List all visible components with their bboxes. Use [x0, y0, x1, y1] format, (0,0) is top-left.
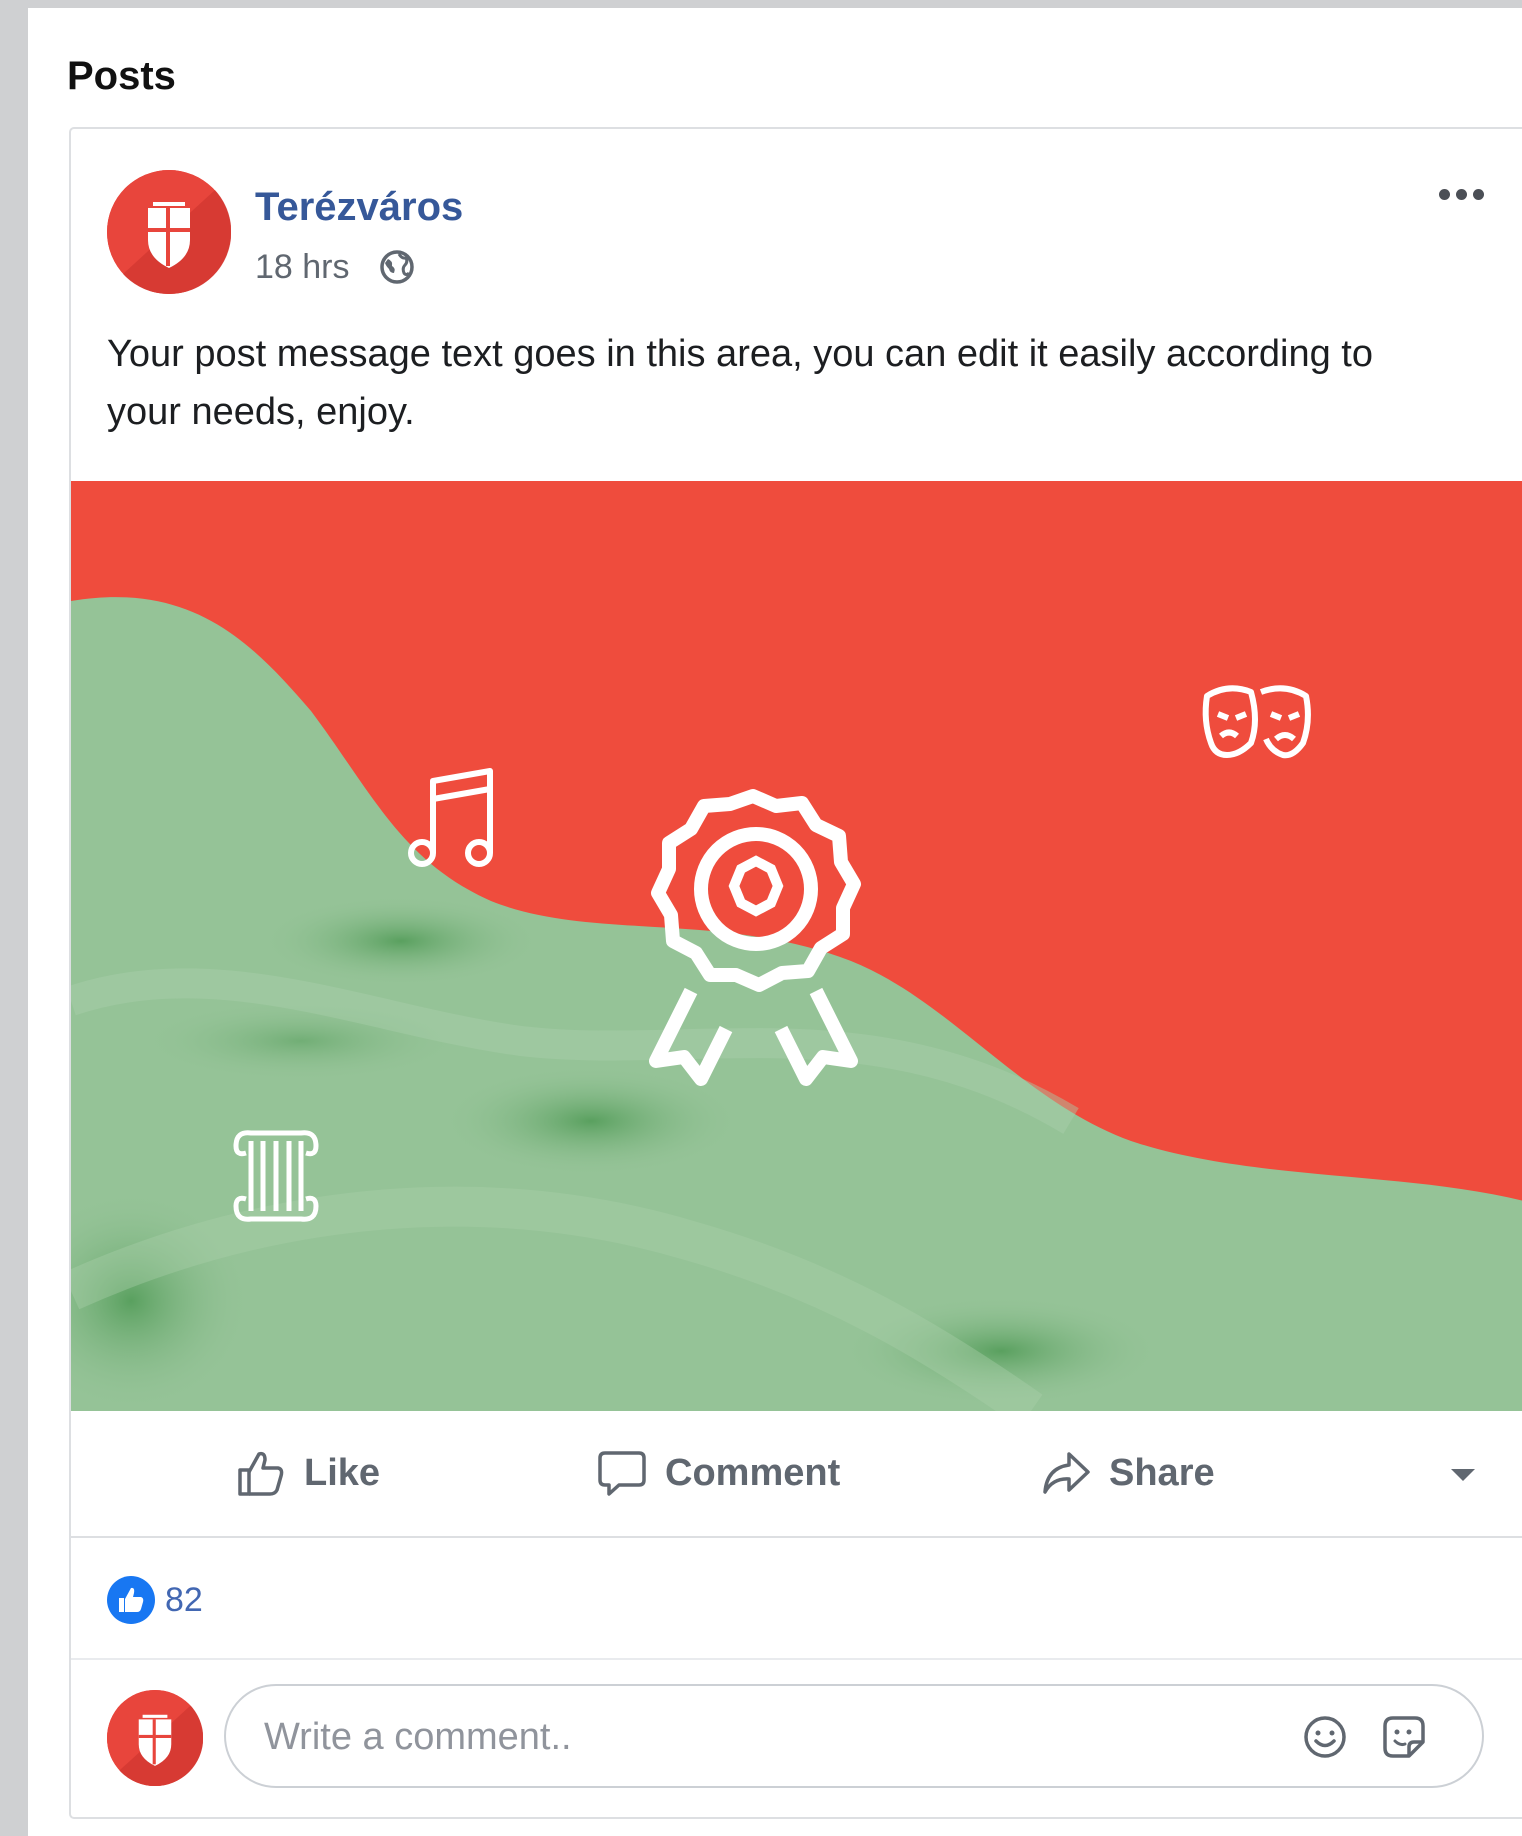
- shield-logo-icon: [107, 1690, 203, 1786]
- more-dot: [1438, 188, 1450, 200]
- share-button[interactable]: Share: [1041, 1441, 1215, 1505]
- emoji-icon[interactable]: [1302, 1714, 1348, 1760]
- like-reaction-icon: [107, 1576, 155, 1624]
- post-card: Terézváros 18 hrs Your post message text…: [69, 127, 1522, 1819]
- comment-box: [224, 1684, 1484, 1788]
- more-dot: [1472, 188, 1484, 200]
- comment-label: Comment: [665, 1451, 841, 1494]
- post-message: Your post message text goes in this area…: [107, 333, 1373, 433]
- comment-button[interactable]: Comment: [597, 1441, 840, 1505]
- post-actions-bar: Like Comment Share: [71, 1411, 1522, 1538]
- posts-panel: Posts Terézváros 18 hrs Your post messag…: [28, 8, 1522, 1836]
- reaction-count: 82: [165, 1580, 203, 1619]
- like-button[interactable]: Like: [236, 1441, 380, 1505]
- reactions-summary[interactable]: 82: [107, 1574, 203, 1626]
- share-label: Share: [1109, 1451, 1215, 1494]
- comment-bubble-icon: [598, 1451, 646, 1496]
- share-arrow-icon: [1043, 1452, 1090, 1494]
- globe-icon[interactable]: [378, 248, 416, 286]
- comment-input[interactable]: [262, 1686, 1266, 1788]
- shield-logo-icon: [107, 170, 231, 294]
- more-options-icon[interactable]: [1431, 179, 1491, 209]
- author-avatar[interactable]: [107, 170, 231, 294]
- comments-divider: [71, 1658, 1522, 1660]
- section-title: Posts: [67, 54, 176, 98]
- thumbs-up-icon: [238, 1451, 284, 1496]
- sticker-icon[interactable]: [1381, 1714, 1427, 1760]
- post-image[interactable]: [71, 481, 1522, 1411]
- post-time[interactable]: 18 hrs: [255, 248, 350, 287]
- post-meta: 18 hrs: [255, 247, 416, 287]
- caret-down-icon[interactable]: [1443, 1459, 1483, 1489]
- commenter-avatar[interactable]: [107, 1690, 203, 1786]
- like-label: Like: [304, 1451, 381, 1494]
- hill-shade: [261, 896, 541, 986]
- more-dot: [1455, 188, 1467, 200]
- author-name[interactable]: Terézváros: [255, 185, 463, 230]
